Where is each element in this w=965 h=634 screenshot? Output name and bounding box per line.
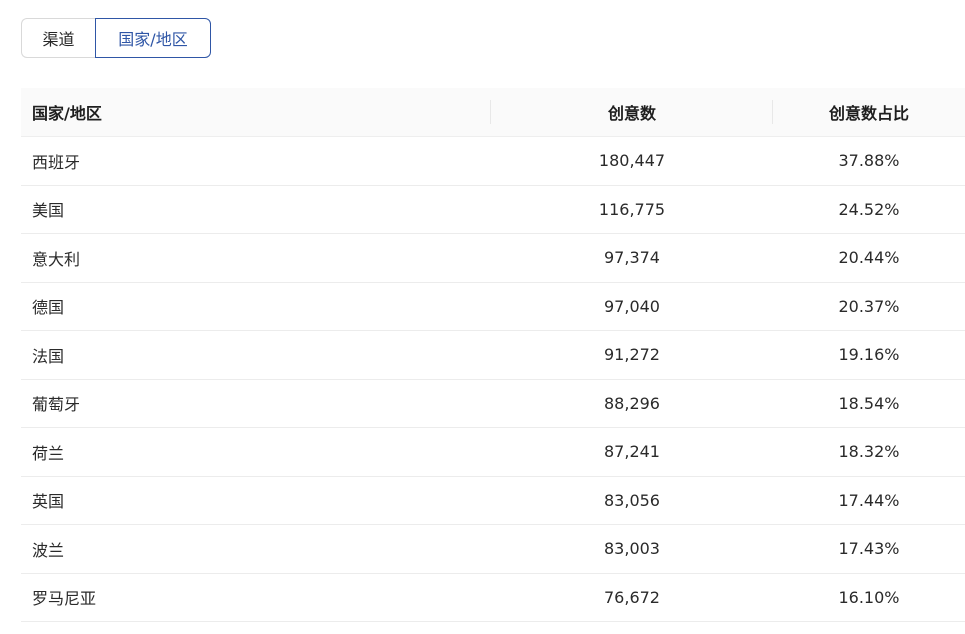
table-row: 西班牙 180,447 37.88% <box>21 137 965 186</box>
column-header-creatives: 创意数 <box>491 88 773 136</box>
cell-share: 17.44% <box>838 490 900 510</box>
cell-share: 18.54% <box>838 393 900 413</box>
table-row: 英国 83,056 17.44% <box>21 477 965 525</box>
cell-creatives: 97,040 <box>604 296 660 316</box>
cell-creatives: 87,241 <box>604 442 660 462</box>
cell-share: 20.37% <box>838 296 900 316</box>
table-row: 罗马尼亚 76,672 16.10% <box>21 574 965 622</box>
view-tabs: 渠道 国家/地区 <box>21 18 211 58</box>
table-row: 波兰 83,003 17.43% <box>21 525 965 574</box>
table-row: 美国 116,775 24.52% <box>21 186 965 234</box>
cell-creatives: 76,672 <box>604 587 660 607</box>
column-header-country: 国家/地区 <box>21 88 491 136</box>
cell-creatives: 83,003 <box>604 539 660 559</box>
tab-country[interactable]: 国家/地区 <box>95 18 211 58</box>
cell-share: 19.16% <box>838 345 900 365</box>
table-row: 荷兰 87,241 18.32% <box>21 428 965 477</box>
table-row: 法国 91,272 19.16% <box>21 331 965 380</box>
cell-creatives: 91,272 <box>604 345 660 365</box>
cell-country: 西班牙 <box>32 152 81 172</box>
country-table: 国家/地区 创意数 创意数占比 西班牙 180,447 37.88% 美国 11… <box>21 88 965 622</box>
cell-country: 波兰 <box>32 540 65 560</box>
cell-creatives: 88,296 <box>604 393 660 413</box>
table-header: 国家/地区 创意数 创意数占比 <box>21 88 965 137</box>
cell-creatives: 97,374 <box>604 248 660 268</box>
cell-creatives: 83,056 <box>604 490 660 510</box>
cell-country: 荷兰 <box>32 443 65 463</box>
cell-country: 葡萄牙 <box>32 395 81 415</box>
cell-share: 20.44% <box>838 248 900 268</box>
cell-creatives: 180,447 <box>598 151 666 171</box>
table-row: 德国 97,040 20.37% <box>21 283 965 331</box>
cell-country: 法国 <box>32 346 65 366</box>
cell-share: 16.10% <box>838 587 900 607</box>
cell-country: 意大利 <box>32 249 81 269</box>
cell-country: 美国 <box>32 201 65 221</box>
cell-share: 37.88% <box>838 151 900 171</box>
table-row: 意大利 97,374 20.44% <box>21 234 965 283</box>
cell-country: 德国 <box>32 298 65 318</box>
column-header-share: 创意数占比 <box>828 104 909 123</box>
cell-creatives: 116,775 <box>598 199 666 219</box>
cell-country: 英国 <box>32 492 65 512</box>
cell-share: 24.52% <box>838 199 900 219</box>
cell-share: 18.32% <box>838 442 900 462</box>
cell-share: 17.43% <box>838 539 900 559</box>
cell-country: 罗马尼亚 <box>32 589 97 609</box>
table-row: 葡萄牙 88,296 18.54% <box>21 380 965 428</box>
tab-channel[interactable]: 渠道 <box>21 18 95 58</box>
